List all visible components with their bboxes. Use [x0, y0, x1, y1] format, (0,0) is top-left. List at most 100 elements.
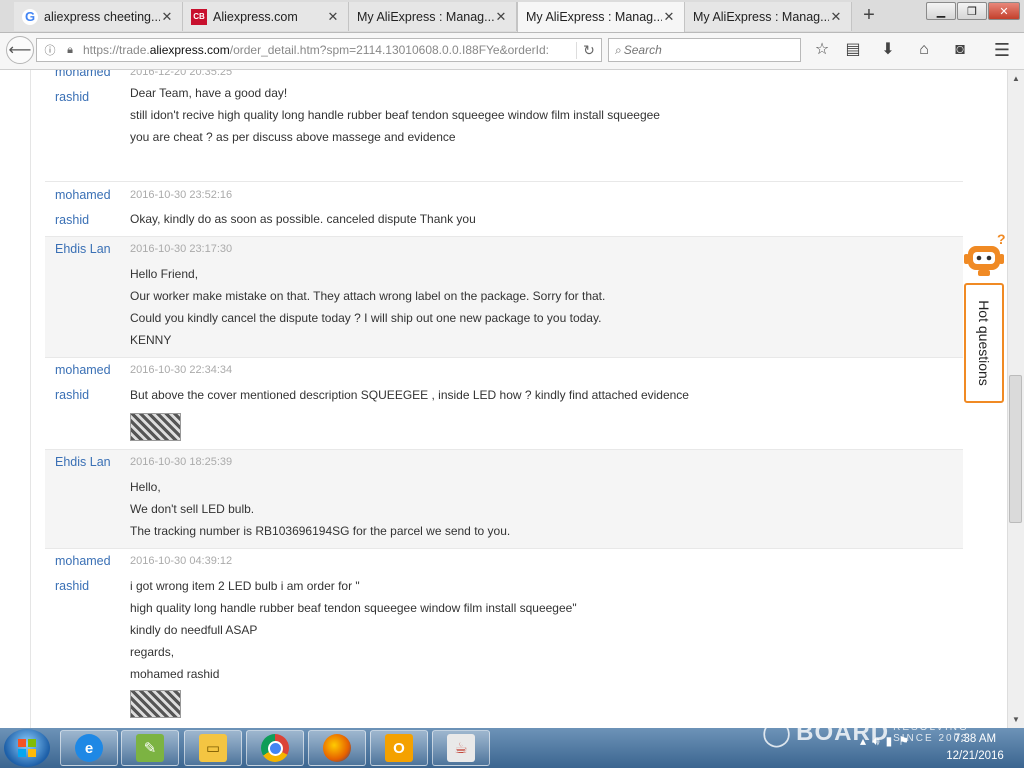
tab-3[interactable]: My AliExpress : Manag... ✕ — [349, 2, 517, 31]
maximize-button[interactable]: ❐ — [957, 2, 987, 20]
taskbar-app-outlook[interactable]: O — [370, 730, 428, 766]
message-line: Hello, — [130, 480, 161, 494]
info-icon[interactable]: ⓘ — [43, 42, 57, 58]
author-first: mohamed — [55, 188, 111, 202]
taskbar-app-explorer[interactable]: ▭ — [184, 730, 242, 766]
close-icon[interactable]: ✕ — [494, 9, 508, 25]
tab-4-active[interactable]: My AliExpress : Manag... ✕ — [517, 2, 685, 32]
search-bar[interactable]: ⌕ — [608, 38, 801, 62]
firefox-icon — [323, 734, 351, 762]
taskbar-app-paint[interactable]: ✎ — [121, 730, 179, 766]
watermark-logo-icon: ◯ — [762, 717, 793, 747]
message-line: high quality long handle rubber beaf ten… — [130, 601, 577, 615]
author-last: rashid — [55, 213, 90, 227]
attachment-thumbnail[interactable] — [130, 413, 181, 441]
watermark-text: BOARD — [796, 718, 890, 746]
clock-date: 12/21/2016 — [946, 750, 1004, 762]
chrome-icon — [261, 734, 289, 762]
message-item: Ehdis Lan 2016-10-30 18:25:39 Hello, We … — [45, 450, 963, 549]
close-icon[interactable]: ✕ — [662, 9, 676, 25]
home-icon[interactable]: ⌂ — [912, 39, 936, 61]
menu-icon[interactable]: ☰ — [990, 39, 1014, 61]
url-text[interactable]: https://trade.aliexpress.com/order_detai… — [83, 43, 576, 57]
tab-5[interactable]: My AliExpress : Manag... ✕ — [685, 2, 852, 31]
url-path: /order_detail.htm?spm=2114.13010608.0.0.… — [229, 43, 549, 57]
java-icon: ☕︎ — [447, 734, 475, 762]
lock-icon: 🔒︎ — [67, 43, 73, 56]
scrollbar-thumb[interactable] — [1009, 375, 1022, 523]
close-icon[interactable]: ✕ — [326, 9, 340, 25]
message-body: Hello Friend, Our worker make mistake on… — [130, 263, 605, 351]
message-line: i got wrong item 2 LED bulb i am order f… — [130, 579, 360, 593]
message-author: mohamed rashid — [55, 70, 111, 110]
file-explorer-icon: ▭ — [199, 734, 227, 762]
author-last: rashid — [55, 388, 90, 402]
reading-list-icon[interactable]: ▤ — [841, 39, 865, 61]
close-icon[interactable]: ✕ — [160, 9, 174, 25]
message-body: Hello, We don't sell LED bulb. The track… — [130, 476, 510, 542]
tab-title: Aliexpress.com — [213, 9, 298, 24]
tab-title: My AliExpress : Manag... — [357, 9, 494, 24]
bookmark-star-icon[interactable]: ☆ — [810, 39, 834, 61]
new-tab-button[interactable]: + — [858, 4, 880, 28]
pocket-icon[interactable]: ◙ — [948, 39, 972, 61]
message-line: Our worker make mistake on that. They at… — [130, 289, 606, 303]
internet-explorer-icon: e — [75, 734, 103, 762]
message-author: mohamed rashid — [55, 358, 111, 408]
url-domain: aliexpress.com — [149, 43, 230, 57]
message-line: Could you kindly cancel the dispute toda… — [130, 311, 602, 325]
message-body: Okay, kindly do as soon as possible. can… — [130, 208, 476, 230]
vertical-scrollbar[interactable]: ▲ ▼ — [1007, 70, 1024, 728]
robot-assistant-icon[interactable]: ? — [962, 232, 1008, 280]
message-item: mohamed rashid 2016-10-30 22:34:34 But a… — [45, 358, 963, 450]
url-bar[interactable]: ⓘ 🔒︎ https://trade.aliexpress.com/order_… — [36, 38, 602, 62]
message-line: We don't sell LED bulb. — [130, 502, 255, 516]
windows-logo-icon — [18, 739, 36, 757]
attachment-thumbnail[interactable] — [130, 690, 181, 718]
start-button[interactable] — [4, 729, 50, 767]
forum-watermark: ◯ BOARD RESOLVING SINCE 2003 — [762, 717, 983, 748]
author-first: Ehdis Lan — [55, 455, 111, 469]
scroll-down-arrow-icon[interactable]: ▼ — [1008, 711, 1024, 728]
search-icon: ⌕ — [615, 42, 622, 57]
url-prefix: https://trade. — [83, 43, 150, 57]
google-g-icon: G — [22, 8, 38, 25]
taskbar-app-firefox[interactable] — [308, 730, 366, 766]
watermark-subtitle: RESOLVING SINCE 2003 — [893, 721, 969, 744]
close-window-button[interactable]: ✕ — [988, 2, 1020, 20]
tab-title: My AliExpress : Manag... — [526, 10, 662, 24]
taskbar-app-chrome[interactable] — [246, 730, 304, 766]
tab-2[interactable]: CB Aliexpress.com ✕ — [183, 2, 349, 31]
search-input[interactable] — [621, 42, 786, 58]
author-first: Ehdis Lan — [55, 242, 111, 256]
message-body: But above the cover mentioned descriptio… — [130, 384, 689, 406]
minimize-button[interactable]: ▁ — [926, 2, 956, 20]
reload-icon[interactable]: ↻ — [576, 41, 601, 59]
taskbar-app-ie[interactable]: e — [60, 730, 118, 766]
author-first: mohamed — [55, 554, 111, 568]
back-button[interactable]: ⟵ — [6, 36, 34, 64]
content-border — [30, 70, 31, 728]
message-line: The tracking number is RB103696194SG for… — [130, 524, 511, 538]
message-author: Ehdis Lan — [55, 237, 111, 262]
message-author: mohamed rashid — [55, 183, 111, 233]
message-item: Ehdis Lan 2016-10-30 23:17:30 Hello Frie… — [45, 237, 963, 358]
arrow-left-icon: ⟵ — [8, 42, 32, 59]
outlook-icon: O — [385, 734, 413, 762]
message-line: Dear Team, have a good day! — [130, 86, 288, 100]
message-line: KENNY — [130, 333, 172, 347]
message-item: mohamed rashid 2016-10-30 23:52:16 Okay,… — [45, 183, 963, 237]
tab-1[interactable]: G aliexpress cheeting... ✕ — [14, 2, 183, 31]
hot-questions-button[interactable]: Hot questions — [964, 283, 1004, 403]
cb-icon: CB — [191, 8, 207, 25]
close-icon[interactable]: ✕ — [829, 9, 843, 25]
taskbar-app-java[interactable]: ☕︎ — [432, 730, 490, 766]
author-first: mohamed — [55, 363, 111, 377]
download-icon[interactable]: ⬇ — [876, 39, 900, 61]
message-line: Okay, kindly do as soon as possible. can… — [130, 212, 476, 226]
message-body: i got wrong item 2 LED bulb i am order f… — [130, 575, 577, 685]
message-thread: mohamed rashid 2016-12-20 20:35:25 Dear … — [0, 70, 1007, 728]
scroll-up-arrow-icon[interactable]: ▲ — [1008, 70, 1024, 87]
message-time: 2016-10-30 22:34:34 — [130, 364, 233, 376]
message-body: Dear Team, have a good day! still idon't… — [130, 82, 660, 148]
